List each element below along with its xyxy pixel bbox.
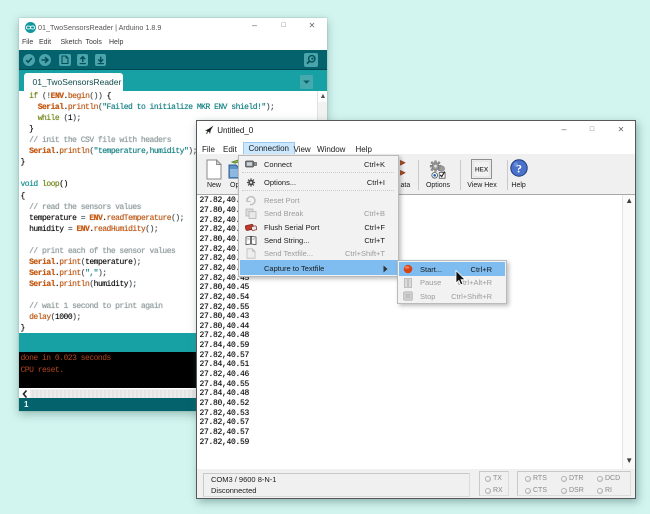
svg-text:?: ?: [516, 162, 522, 176]
svg-text:HEX: HEX: [475, 167, 489, 174]
